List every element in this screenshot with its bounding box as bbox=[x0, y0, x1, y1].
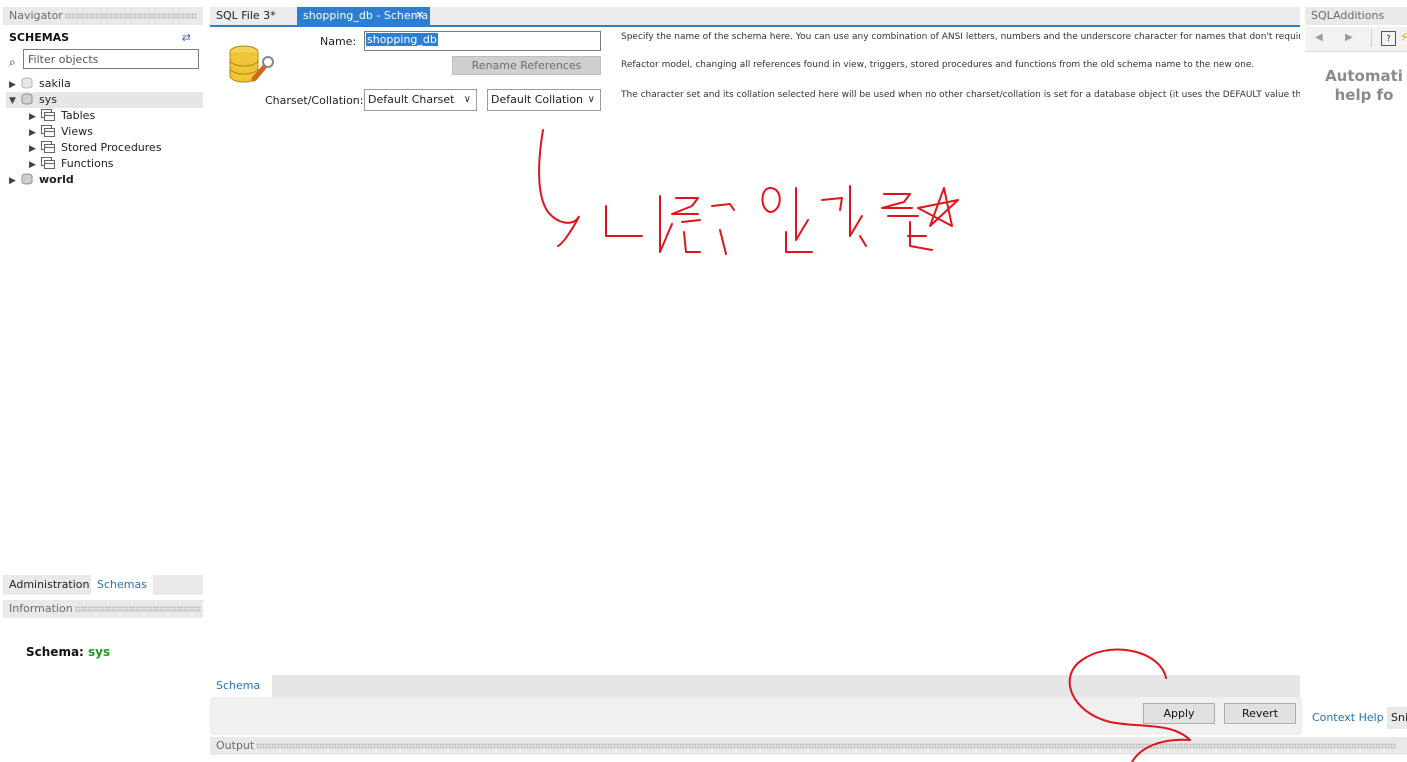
sql-additions-tabbar: Context Help Sni bbox=[1305, 707, 1407, 729]
collation-value: Default Collation bbox=[491, 93, 584, 106]
sql-additions-title: SQLAdditions bbox=[1305, 7, 1407, 25]
tree-item-world[interactable]: ▶ world bbox=[9, 172, 74, 188]
schema-info-value: sys bbox=[88, 645, 111, 659]
sql-additions-title-text: SQLAdditions bbox=[1311, 9, 1385, 22]
chevron-down-icon: ∨ bbox=[587, 94, 595, 105]
navigator-panel: Navigator SCHEMAS ⇄ ⌕ ▶ sakila ▼ sys ▶ Tabl… bbox=[3, 7, 203, 595]
information-panel: Information Schema: sys bbox=[3, 600, 203, 750]
tree-label: Stored Procedures bbox=[61, 141, 162, 154]
tab-schemas[interactable]: Schemas bbox=[91, 575, 153, 595]
tree-label: Functions bbox=[61, 157, 114, 170]
tree-label: sys bbox=[39, 93, 57, 106]
tree-label: Views bbox=[61, 125, 93, 138]
panel-grip bbox=[64, 13, 197, 19]
schema-info-label: Schema: bbox=[26, 645, 84, 659]
output-title: Output bbox=[216, 739, 255, 752]
expand-icon[interactable]: ▶ bbox=[9, 77, 21, 93]
tab-sql-file-3[interactable]: SQL File 3* bbox=[210, 7, 282, 25]
schema-name-value: shopping_db bbox=[366, 33, 438, 46]
toolbar-divider bbox=[1371, 29, 1372, 47]
tab-context-help[interactable]: Context Help bbox=[1305, 707, 1387, 729]
refresh-icon[interactable]: ⇄ bbox=[182, 31, 191, 44]
panel-grip bbox=[74, 606, 201, 612]
name-label: Name: bbox=[320, 35, 357, 48]
procedure-folder-icon bbox=[41, 141, 55, 153]
forward-icon[interactable]: ▶ bbox=[1345, 32, 1353, 43]
expand-icon[interactable]: ▶ bbox=[29, 125, 41, 141]
tree-item-tables[interactable]: ▶ Tables bbox=[29, 108, 95, 124]
schema-info: Schema: sys bbox=[26, 645, 110, 659]
charset-description: The character set and its collation sele… bbox=[621, 90, 1300, 100]
charset-collation-label: Charset/Collation: bbox=[265, 94, 364, 107]
schema-database-icon bbox=[229, 45, 274, 83]
editor-bottom-tabbar: Schema bbox=[210, 675, 1300, 697]
auto-help-icon[interactable]: ⚡ bbox=[1400, 30, 1407, 44]
name-description: Specify the name of the schema here. You… bbox=[621, 32, 1300, 42]
expand-icon[interactable]: ▶ bbox=[29, 109, 41, 125]
revert-button[interactable]: Revert bbox=[1224, 703, 1296, 724]
expand-icon[interactable]: ▶ bbox=[9, 173, 21, 189]
database-icon bbox=[21, 93, 33, 105]
sql-additions-toolbar: ◀ ▶ ? ⚡ bbox=[1305, 27, 1407, 52]
sql-additions-panel: SQLAdditions ◀ ▶ ? ⚡ Automati help fo Co… bbox=[1305, 7, 1407, 729]
filter-objects-input[interactable] bbox=[23, 49, 199, 69]
database-icon bbox=[21, 173, 33, 185]
tab-administration[interactable]: Administration bbox=[3, 575, 96, 595]
chevron-down-icon: ∨ bbox=[463, 94, 471, 105]
expand-icon[interactable]: ▶ bbox=[29, 157, 41, 173]
rename-references-button[interactable]: Rename References bbox=[452, 56, 601, 75]
charset-value: Default Charset bbox=[368, 93, 455, 106]
action-bar: Apply Revert bbox=[210, 697, 1302, 735]
tab-schema[interactable]: Schema bbox=[210, 675, 272, 697]
help-line-2: help fo bbox=[1334, 86, 1394, 104]
tree-item-stored-procedures[interactable]: ▶ Stored Procedures bbox=[29, 140, 162, 156]
output-panel: Output bbox=[210, 737, 1407, 755]
database-icon bbox=[21, 77, 33, 89]
panel-grip bbox=[256, 743, 1397, 749]
schemas-header: SCHEMAS bbox=[9, 31, 70, 44]
schema-editor: Name: shopping_db Rename References Char… bbox=[210, 27, 1300, 675]
information-title: Information bbox=[3, 600, 203, 618]
collapse-icon[interactable]: ▼ bbox=[9, 93, 21, 109]
search-icon: ⌕ bbox=[9, 55, 16, 69]
help-line-1: Automati bbox=[1325, 67, 1403, 85]
editor-tabbar: SQL File 3* shopping_db - Schema ✕ bbox=[210, 7, 1300, 27]
tree-label: sakila bbox=[39, 77, 71, 90]
table-folder-icon bbox=[41, 109, 55, 121]
schema-name-input[interactable]: shopping_db bbox=[364, 31, 601, 51]
tree-item-sakila[interactable]: ▶ sakila bbox=[9, 76, 71, 92]
tree-label: Tables bbox=[61, 109, 96, 122]
back-icon[interactable]: ◀ bbox=[1315, 32, 1323, 43]
tree-item-views[interactable]: ▶ Views bbox=[29, 124, 93, 140]
charset-select[interactable]: Default Charset ∨ bbox=[364, 89, 477, 111]
navigator-title-text: Navigator bbox=[9, 9, 63, 22]
information-title-text: Information bbox=[9, 602, 73, 615]
refactor-description: Refactor model, changing all references … bbox=[621, 60, 1255, 70]
tree-item-functions[interactable]: ▶ Functions bbox=[29, 156, 114, 172]
function-folder-icon bbox=[41, 157, 55, 169]
automatic-help-message: Automati help fo bbox=[1305, 67, 1407, 105]
collation-select[interactable]: Default Collation ∨ bbox=[487, 89, 601, 111]
manual-help-icon[interactable]: ? bbox=[1381, 31, 1396, 46]
tab-shopping-db-schema[interactable]: shopping_db - Schema ✕ bbox=[297, 7, 430, 25]
tree-item-sys[interactable]: ▼ sys bbox=[6, 92, 203, 108]
navigator-tabbar: Administration Schemas bbox=[3, 575, 203, 595]
apply-button[interactable]: Apply bbox=[1143, 703, 1215, 724]
close-icon[interactable]: ✕ bbox=[416, 7, 424, 25]
expand-icon[interactable]: ▶ bbox=[29, 141, 41, 157]
tab-label: shopping_db - Schema bbox=[303, 9, 429, 22]
tab-snippets[interactable]: Sni bbox=[1391, 707, 1407, 729]
navigator-title: Navigator bbox=[3, 7, 203, 25]
view-folder-icon bbox=[41, 125, 55, 137]
tree-label: world bbox=[39, 173, 74, 186]
